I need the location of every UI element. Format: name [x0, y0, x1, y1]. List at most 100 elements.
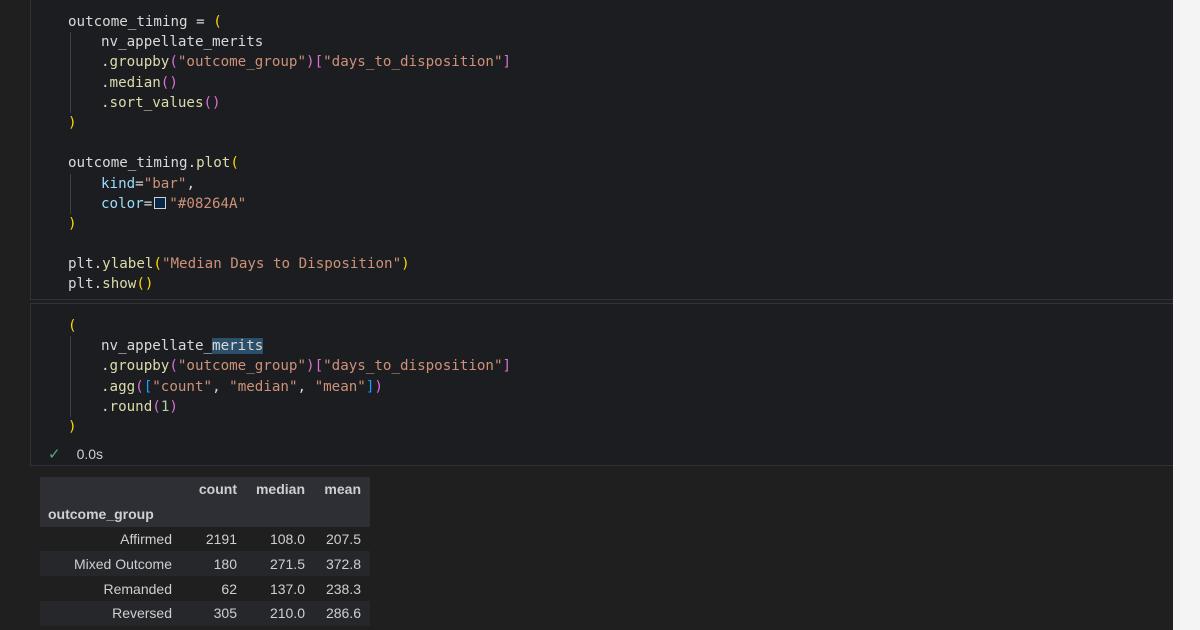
- code-token: plot: [196, 155, 231, 172]
- code-token: ): [401, 256, 410, 273]
- indent-guide: [70, 92, 71, 113]
- code-token: show: [102, 276, 137, 293]
- code-token: .: [101, 54, 110, 71]
- code-line: plt.show(): [68, 274, 1173, 294]
- code-line: outcome_timing = (: [68, 12, 1173, 32]
- code-token: (: [68, 318, 77, 334]
- cell-count: 2191: [205, 530, 237, 547]
- cell-count: 305: [213, 605, 237, 622]
- code-line: .groupby("outcome_group")["days_to_dispo…: [68, 356, 1173, 377]
- code-line: ): [68, 214, 1173, 234]
- code-token: ,: [186, 175, 195, 192]
- code-token: .: [101, 94, 110, 111]
- code-token: kind: [101, 175, 136, 192]
- cell-median: 137.0: [269, 580, 305, 597]
- row-label: Mixed Outcome: [73, 555, 172, 572]
- code-line: ): [68, 417, 1173, 437]
- indent-guide: [70, 193, 71, 214]
- table-row: Mixed Outcome 180 271.5 372.8: [40, 551, 370, 577]
- code-token: ]: [502, 54, 512, 71]
- code-token: .: [101, 398, 110, 415]
- indent-guide: [70, 396, 71, 417]
- table-header-blank: [40, 477, 180, 502]
- column-header-median: median: [255, 481, 305, 498]
- indent-guide: [70, 336, 71, 357]
- code-token: "bar": [143, 175, 187, 192]
- code-editor[interactable]: outcome_timing = (nv_appellate_merits .gr…: [68, 12, 1173, 295]
- code-token: =: [143, 195, 153, 212]
- code-cell-plot[interactable]: outcome_timing = (nv_appellate_merits .gr…: [30, 0, 1173, 300]
- code-line: nv_appellate_merits: [68, 32, 1173, 53]
- code-token: ): [374, 378, 383, 395]
- code-token: outcome_timing: [68, 155, 188, 172]
- code-token: ): [68, 114, 77, 131]
- code-token: median: [109, 74, 161, 91]
- table-row: Remanded 62 137.0 238.3: [40, 576, 370, 601]
- code-line: color= "#08264A": [68, 193, 1173, 214]
- code-token: (: [152, 398, 161, 415]
- code-token: ]: [502, 358, 512, 375]
- code-token: (: [213, 14, 222, 30]
- code-line: .agg(["count", "median", "mean"]): [68, 376, 1173, 397]
- indent-guide: [70, 72, 71, 93]
- code-token: =: [135, 175, 144, 192]
- column-header-count: count: [198, 481, 237, 498]
- code-token: plt: [68, 276, 94, 293]
- code-token: .: [101, 358, 110, 375]
- check-icon: ✓: [48, 446, 61, 463]
- code-token: (: [153, 256, 162, 273]
- cell-count: 62: [221, 580, 237, 597]
- table-row: Affirmed 2191 108.0 207.5: [40, 527, 370, 552]
- code-token: merits: [212, 338, 264, 355]
- code-token: plt: [68, 256, 94, 273]
- code-line: .median(): [68, 72, 1173, 93]
- code-token: "#08264A": [169, 195, 247, 212]
- code-token: .: [101, 378, 110, 395]
- code-token: "mean": [314, 378, 366, 395]
- notebook-area: outcome_timing = (nv_appellate_merits .gr…: [0, 0, 1173, 630]
- code-token: "count": [152, 378, 213, 395]
- code-token: [: [143, 378, 153, 395]
- code-token: ylabel: [102, 256, 154, 273]
- code-token: color: [101, 195, 144, 212]
- indent-guide: [70, 356, 71, 377]
- code-token: (: [169, 54, 178, 71]
- code-token: ): [68, 215, 77, 232]
- code-line: .round(1): [68, 396, 1173, 417]
- code-token: outcome_timing =: [68, 14, 214, 30]
- indent-guide: [70, 32, 71, 53]
- code-token: (): [203, 94, 221, 111]
- code-token: [: [314, 54, 324, 71]
- code-line: kind="bar",: [68, 173, 1173, 194]
- table-row: Reversed 305 210.0 286.6: [40, 600, 370, 626]
- indent-guide: [70, 52, 71, 73]
- cell-mean: 207.5: [325, 530, 361, 547]
- code-token: (: [135, 378, 144, 395]
- cell-count: 180: [213, 555, 237, 572]
- code-token: .: [93, 256, 103, 273]
- color-swatch-icon[interactable]: [154, 196, 167, 209]
- code-token: (: [230, 155, 239, 172]
- code-token: "median": [229, 378, 298, 395]
- code-cell-aggregate[interactable]: (nv_appellate_merits .groupby("outcome_gr…: [30, 303, 1173, 466]
- code-token: ,: [212, 378, 230, 395]
- code-line: outcome_timing.plot(: [68, 153, 1173, 173]
- code-token: (): [136, 276, 154, 293]
- cell-mean: 372.8: [325, 555, 361, 572]
- code-token: .: [187, 155, 197, 172]
- code-token: ): [68, 418, 77, 435]
- code-editor[interactable]: (nv_appellate_merits .groupby("outcome_gr…: [68, 316, 1173, 437]
- cell-mean: 238.3: [325, 580, 361, 597]
- code-token: nv_appellate_merits: [101, 34, 264, 51]
- code-token: groupby: [109, 54, 170, 71]
- cell-median: 271.5: [269, 555, 305, 572]
- code-token: round: [109, 398, 153, 415]
- code-token: ): [306, 54, 315, 71]
- execution-status: ✓ 0.0s: [48, 444, 103, 464]
- code-token: agg: [109, 378, 136, 395]
- code-token: "outcome_group": [177, 54, 307, 71]
- code-token: "days_to_disposition": [323, 358, 503, 375]
- cell-median: 108.0: [269, 530, 305, 547]
